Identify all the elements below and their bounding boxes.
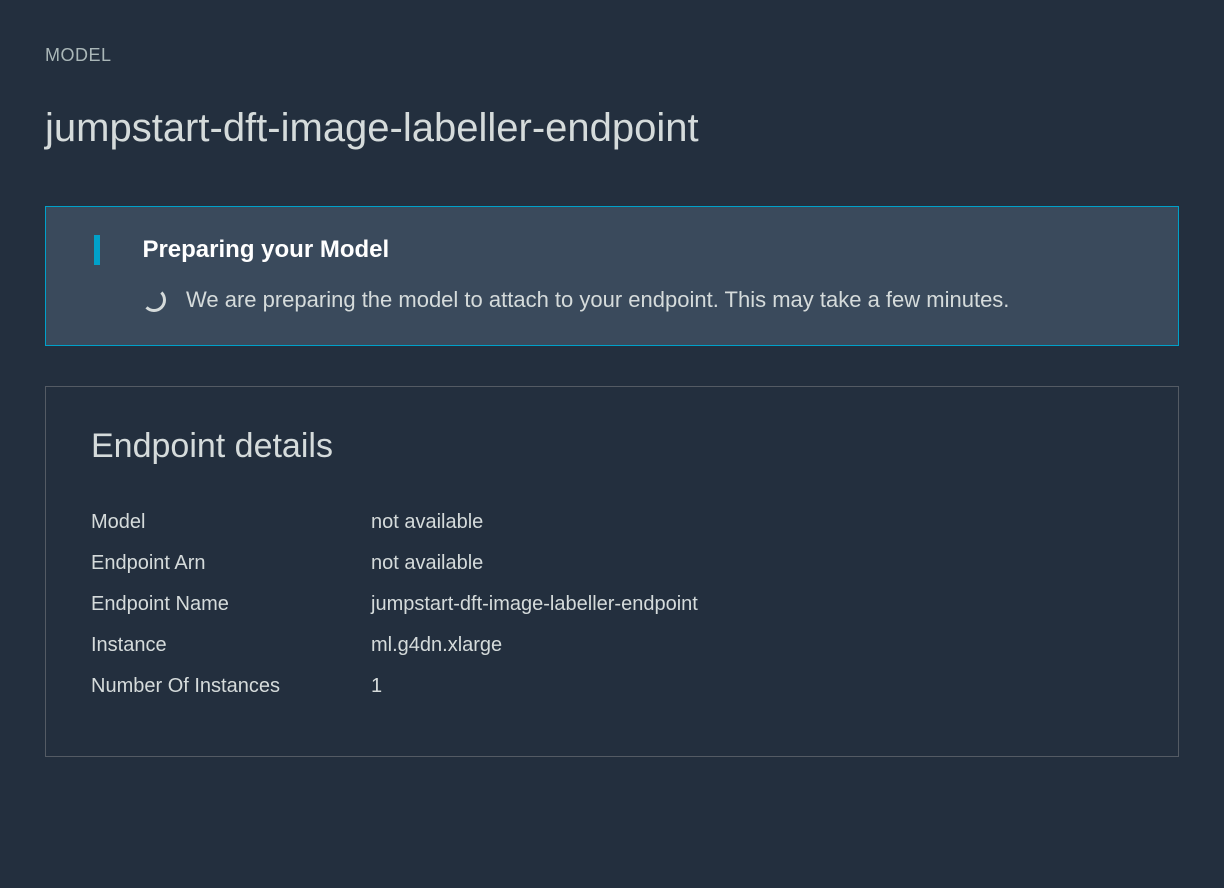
detail-label: Endpoint Arn	[91, 552, 371, 575]
status-panel-message: We are preparing the model to attach to …	[186, 287, 1009, 313]
status-panel-title: Preparing your Model	[142, 236, 389, 264]
detail-label: Instance	[91, 634, 371, 657]
detail-value: 1	[371, 675, 382, 698]
breadcrumb-model[interactable]: MODEL	[45, 45, 1179, 66]
detail-value: not available	[371, 552, 483, 575]
endpoint-details-panel: Endpoint details Model not available End…	[45, 386, 1179, 757]
status-info-panel: Preparing your Model We are preparing th…	[45, 206, 1179, 346]
loading-spinner-icon	[142, 288, 166, 312]
detail-label: Number Of Instances	[91, 675, 371, 698]
detail-row-model: Model not available	[91, 511, 1133, 534]
info-accent-bar	[94, 235, 100, 265]
detail-row-instance: Instance ml.g4dn.xlarge	[91, 634, 1133, 657]
detail-label: Model	[91, 511, 371, 534]
detail-value: jumpstart-dft-image-labeller-endpoint	[371, 593, 698, 616]
page-title: jumpstart-dft-image-labeller-endpoint	[45, 106, 1179, 151]
detail-row-number-of-instances: Number Of Instances 1	[91, 675, 1133, 698]
detail-row-endpoint-arn: Endpoint Arn not available	[91, 552, 1133, 575]
endpoint-details-title: Endpoint details	[91, 427, 1133, 466]
detail-row-endpoint-name: Endpoint Name jumpstart-dft-image-labell…	[91, 593, 1133, 616]
detail-label: Endpoint Name	[91, 593, 371, 616]
detail-value: ml.g4dn.xlarge	[371, 634, 502, 657]
detail-value: not available	[371, 511, 483, 534]
